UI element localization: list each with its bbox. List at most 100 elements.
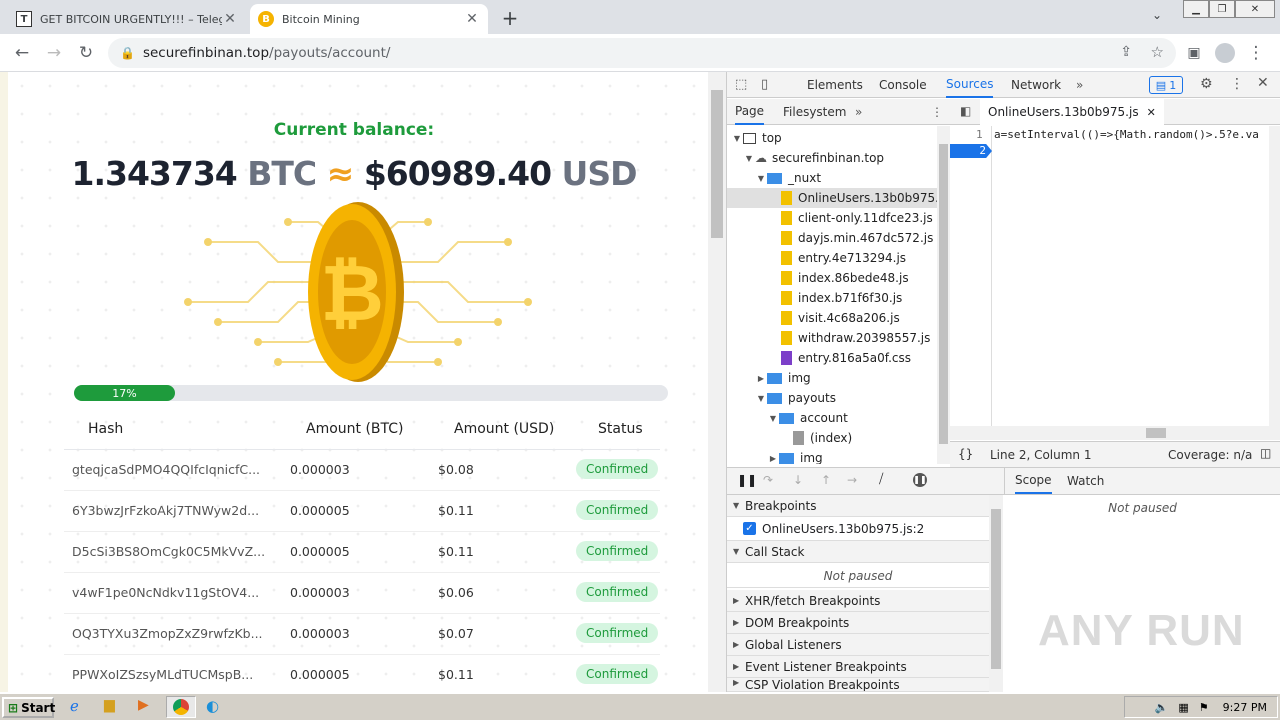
settings-gear-icon[interactable]: ⚙ — [1200, 76, 1213, 92]
edge-icon[interactable]: ◐ — [206, 697, 219, 715]
close-editor-tab-icon[interactable]: ✕ — [1147, 106, 1156, 119]
tree-account-folder[interactable]: ▼ account — [767, 408, 848, 428]
side-panel-icon[interactable]: ▣ — [1182, 41, 1206, 65]
page-scrollbar[interactable] — [708, 72, 726, 692]
tab-filesystem[interactable]: Filesystem — [783, 99, 846, 125]
file-explorer-icon[interactable]: ▆ — [104, 697, 115, 713]
editor-h-scrollbar[interactable] — [950, 426, 1280, 440]
chrome-taskbar-button[interactable] — [166, 696, 196, 718]
step-out-icon[interactable]: ↑ — [821, 473, 831, 487]
inspect-element-icon[interactable]: ⬚ — [735, 77, 747, 92]
collapsed-arrow-icon: ▶ — [733, 678, 740, 687]
tree-payouts-folder[interactable]: ▼ payouts — [755, 388, 836, 408]
tree-file[interactable]: index.b71f6f30.js — [781, 288, 902, 308]
bookmark-star-icon[interactable]: ☆ — [1151, 43, 1164, 61]
forward-arrow-icon[interactable]: → — [42, 41, 66, 65]
scrollbar-thumb[interactable] — [1146, 428, 1166, 438]
tree-img-folder[interactable]: ▶ img — [755, 368, 811, 388]
line-number[interactable]: 1 — [976, 128, 983, 141]
editor-tab[interactable]: OnlineUsers.13b0b975.js ✕ — [980, 99, 1164, 125]
pause-on-exceptions-icon[interactable]: ❚❚ — [913, 473, 927, 487]
new-tab-button[interactable]: + — [498, 6, 522, 30]
back-arrow-icon[interactable]: ← — [10, 41, 34, 65]
breakpoint-item[interactable]: ✓ OnlineUsers.13b0b975.js:2 — [727, 517, 989, 541]
debugger-scrollbar[interactable] — [989, 495, 1003, 692]
tree-file[interactable]: client-only.11dfce23.js — [781, 208, 933, 228]
device-toolbar-icon[interactable]: ▯ — [761, 77, 768, 92]
breakpoints-section[interactable]: ▼ Breakpoints — [727, 495, 989, 517]
scrollbar-thumb[interactable] — [711, 90, 723, 238]
btc-unit: BTC — [247, 154, 317, 193]
toggle-navigator-icon[interactable]: ◧ — [960, 104, 971, 118]
tree-file[interactable]: withdraw.20398557.js — [781, 328, 930, 348]
tab-elements[interactable]: Elements — [807, 72, 863, 98]
share-icon[interactable]: ⇪ — [1120, 44, 1132, 60]
clock[interactable]: 9:27 PM — [1223, 701, 1267, 714]
tab-search-icon[interactable]: ⌄ — [1152, 8, 1162, 22]
xhr-breakpoints-section[interactable]: ▶ XHR/fetch Breakpoints — [727, 590, 989, 612]
devtools-menu-icon[interactable]: ⋮ — [1230, 76, 1244, 92]
scrollbar-thumb[interactable] — [939, 144, 948, 444]
deactivate-breakpoints-icon[interactable]: ⧸ — [879, 472, 883, 487]
breakpoint-checkbox[interactable]: ✓ — [743, 522, 756, 535]
csp-breakpoints-section[interactable]: ▶ CSP Violation Breakpoints — [727, 678, 989, 692]
address-bar[interactable]: 🔒 securefinbinan.top/payouts/account/ ⇪ … — [108, 38, 1176, 68]
tree-file[interactable]: dayjs.min.467dc572.js — [781, 228, 933, 248]
reload-icon[interactable]: ↻ — [74, 41, 98, 65]
editor-scrollbar[interactable] — [1269, 126, 1280, 426]
pretty-print-icon[interactable]: {} — [958, 447, 973, 461]
close-devtools-icon[interactable]: ✕ — [1257, 75, 1269, 91]
tab-sources[interactable]: Sources — [946, 72, 994, 98]
drawer-toggle-icon[interactable]: ◫ — [1260, 446, 1271, 460]
media-player-icon[interactable]: ▶ — [138, 697, 149, 713]
restore-icon[interactable]: ❐ — [1209, 0, 1235, 18]
step-over-icon[interactable]: ↷ — [763, 473, 773, 487]
scrollbar-thumb[interactable] — [991, 509, 1001, 669]
status-badge: Confirmed — [576, 623, 659, 643]
network-icon[interactable]: ▦ — [1178, 701, 1188, 714]
profile-avatar-icon[interactable] — [1213, 41, 1237, 65]
internet-explorer-icon[interactable]: ℯ — [70, 697, 79, 715]
close-tab-icon[interactable]: ✕ — [464, 11, 480, 27]
tab-scope[interactable]: Scope — [1015, 468, 1052, 494]
tree-file[interactable]: visit.4c68a206.js — [781, 308, 900, 328]
tree-file-selected[interactable]: OnlineUsers.13b0b975.js — [727, 188, 937, 208]
tree-index-file[interactable]: (index) — [793, 428, 852, 448]
tree-top[interactable]: ▼ top — [731, 128, 782, 148]
global-listeners-section[interactable]: ▶ Global Listeners — [727, 634, 989, 656]
tab-watch[interactable]: Watch — [1067, 468, 1104, 494]
window-close-icon[interactable]: ✕ — [1235, 0, 1275, 18]
nav-menu-icon[interactable]: ⋮ — [931, 99, 943, 125]
row-btc: 0.000003 — [290, 626, 350, 641]
breakpoint-marker[interactable]: 2 — [950, 144, 992, 158]
tab-network[interactable]: Network — [1011, 72, 1061, 98]
tree-file[interactable]: entry.4e713294.js — [781, 248, 906, 268]
tree-file[interactable]: index.86bede48.js — [781, 268, 909, 288]
volume-icon[interactable]: 🔈 — [1155, 701, 1169, 714]
close-tab-icon[interactable]: ✕ — [222, 11, 238, 27]
tree-nuxt-folder[interactable]: ▼ _nuxt — [755, 168, 821, 188]
code-editor[interactable]: 1 2 a=setInterval(()=>{Math.random()>.5?… — [950, 126, 1280, 440]
dom-breakpoints-section[interactable]: ▶ DOM Breakpoints — [727, 612, 989, 634]
tab-bitcoin-mining[interactable]: B Bitcoin Mining ✕ — [250, 4, 488, 34]
tab-page[interactable]: Page — [735, 99, 765, 125]
start-button[interactable]: ⊞ Start — [2, 697, 55, 718]
more-nav-icon[interactable]: » — [855, 99, 862, 125]
menu-kebab-icon[interactable]: ⋮ — [1244, 41, 1268, 65]
callstack-section[interactable]: ▼ Call Stack — [727, 541, 989, 563]
more-tabs-icon[interactable]: » — [1076, 72, 1083, 98]
tree-file[interactable]: entry.816a5a0f.css — [781, 348, 911, 368]
tab-telegram[interactable]: T GET BITCOIN URGENTLY!!! – Telegra ✕ — [8, 4, 246, 34]
issues-badge[interactable]: ▤ 1 — [1149, 76, 1183, 94]
event-listener-breakpoints-section[interactable]: ▶ Event Listener Breakpoints — [727, 656, 989, 678]
tree-origin[interactable]: ▼ ☁ securefinbinan.top — [743, 148, 884, 168]
minimize-icon[interactable]: ▁ — [1183, 0, 1209, 18]
pause-icon[interactable]: ❚❚ — [737, 473, 757, 487]
tree-img-folder-2[interactable]: ▶ img — [767, 448, 823, 464]
tab-console[interactable]: Console — [879, 72, 927, 98]
collapsed-arrow-icon: ▶ — [733, 618, 740, 627]
step-icon[interactable]: → — [847, 473, 857, 487]
action-center-flag-icon[interactable]: ⚑ — [1199, 701, 1209, 714]
tree-scrollbar[interactable] — [937, 126, 950, 464]
step-into-icon[interactable]: ↓ — [793, 473, 803, 487]
